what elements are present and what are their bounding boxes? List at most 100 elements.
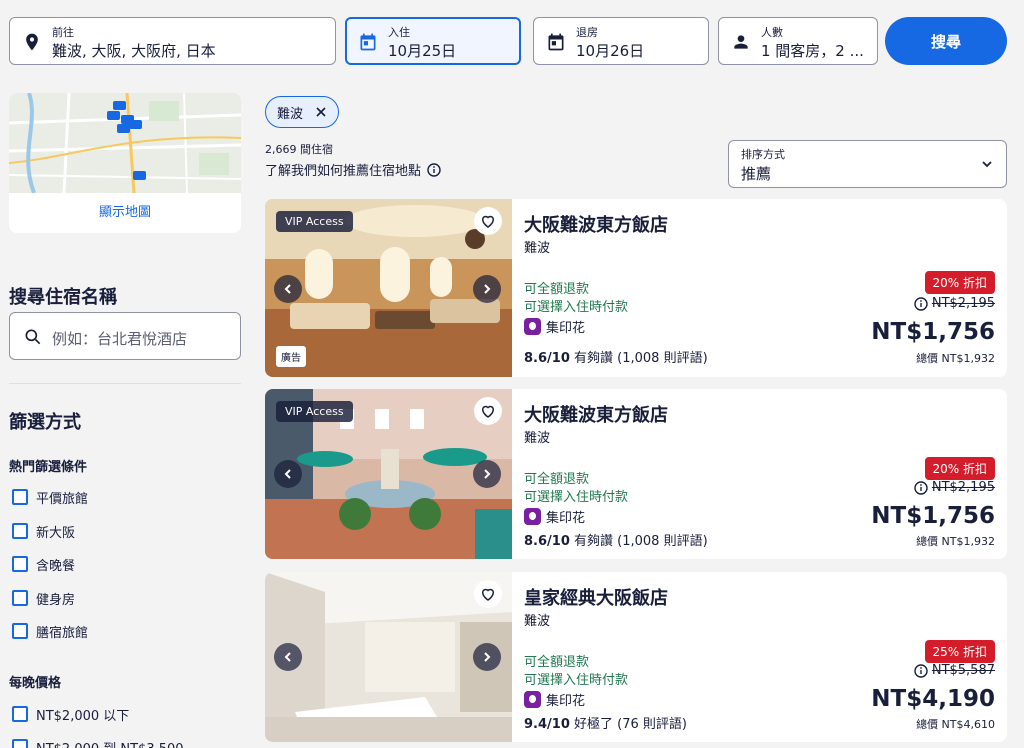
hotel-name[interactable]: 大阪難波東方飯店	[524, 401, 668, 427]
original-price-value: NT$2,195	[931, 296, 995, 311]
next-photo-button[interactable]	[473, 460, 501, 488]
rating-score: 9.4/10	[524, 717, 570, 732]
info-icon[interactable]	[914, 296, 928, 311]
total-price: 總價 NT$1,932	[916, 352, 995, 365]
travelers-field[interactable]: 人數 1 間客房，2 ...	[718, 17, 878, 65]
sort-dropdown[interactable]: 排序方式 推薦	[728, 140, 1007, 188]
stamp-label: 集印花	[546, 694, 586, 709]
pay-later-text: 可選擇入住時付款	[524, 673, 629, 688]
hotel-photo[interactable]: VIP Access	[265, 389, 512, 559]
checkout-value: 10月26日	[576, 42, 645, 60]
checkbox-filter[interactable]	[12, 489, 28, 505]
destination-field[interactable]: 前往 難波, 大阪, 大阪府, 日本	[9, 17, 336, 65]
chevron-right-icon	[484, 469, 491, 479]
discount-badge: 20% 折扣	[924, 457, 995, 480]
stamp-badge: 集印花	[524, 507, 585, 526]
prev-photo-button[interactable]	[274, 460, 302, 488]
favorite-button[interactable]	[474, 207, 502, 235]
checkbox-filter[interactable]	[12, 556, 28, 572]
hotel-photo[interactable]	[265, 572, 512, 742]
sidebar-divider	[9, 383, 241, 384]
checkbox-filter[interactable]	[12, 623, 28, 639]
next-photo-button[interactable]	[473, 275, 501, 303]
checkin-field[interactable]: 入住 10月25日	[345, 17, 521, 65]
refund-text: 可全額退款	[524, 655, 590, 670]
hotel-location: 難波	[524, 614, 551, 629]
prev-photo-button[interactable]	[274, 275, 302, 303]
chevron-right-icon	[484, 284, 491, 294]
how-we-rank-link[interactable]: 了解我們如何推薦住宿地點	[265, 160, 441, 179]
destination-value: 難波, 大阪, 大阪府, 日本	[52, 42, 216, 60]
original-price-value: NT$5,587	[931, 663, 995, 678]
hotel-location: 難波	[524, 431, 551, 446]
nightly-price: NT$1,756	[871, 503, 995, 529]
search-button[interactable]: 搜尋	[885, 17, 1007, 65]
person-icon	[734, 35, 748, 49]
checkin-value: 10月25日	[388, 42, 457, 60]
refund-text: 可全額退款	[524, 472, 590, 487]
rating-text: 有夠讚 (1,008 則評語)	[574, 534, 708, 549]
favorite-button[interactable]	[474, 397, 502, 425]
map-preview[interactable]: 顯示地圖	[9, 93, 241, 233]
hotel-name[interactable]: 大阪難波東方飯店	[524, 211, 668, 237]
price-label: NT$2,000 到 NT$3,500	[36, 738, 184, 748]
original-price-value: NT$2,195	[931, 480, 995, 495]
destination-label: 前往	[52, 26, 74, 39]
checkbox-price[interactable]	[12, 739, 28, 748]
heart-icon	[481, 588, 495, 601]
chevron-left-icon	[284, 652, 291, 662]
heart-icon	[481, 405, 495, 418]
discount-badge: 25% 折扣	[924, 640, 995, 663]
rating-score: 8.6/10	[524, 351, 570, 366]
info-icon	[427, 162, 441, 177]
chevron-right-icon	[484, 652, 491, 662]
calendar-icon	[548, 33, 564, 51]
stamp-icon	[524, 508, 541, 525]
vip-badge: VIP Access	[276, 211, 353, 232]
close-icon[interactable]	[315, 106, 327, 118]
calendar-icon	[360, 33, 376, 51]
location-pin-icon	[26, 33, 38, 51]
checkbox-filter[interactable]	[12, 590, 28, 606]
total-price: 總價 NT$4,610	[916, 718, 995, 731]
hotel-rating: 8.6/10 有夠讚 (1,008 則評語)	[524, 347, 708, 366]
how-label: 了解我們如何推薦住宿地點	[265, 164, 422, 179]
info-icon[interactable]	[914, 480, 928, 495]
checkbox-filter[interactable]	[12, 523, 28, 539]
property-name-input[interactable]: 例如：台北君悅酒店	[9, 312, 241, 360]
pay-later-text: 可選擇入住時付款	[524, 490, 629, 505]
hotel-name[interactable]: 皇家經典大阪飯店	[524, 584, 668, 610]
favorite-button[interactable]	[474, 580, 502, 608]
hotel-location: 難波	[524, 241, 551, 256]
nightly-price: NT$4,190	[871, 686, 995, 712]
show-map-link[interactable]: 顯示地圖	[9, 193, 241, 233]
vip-badge: VIP Access	[276, 401, 353, 422]
checkout-field[interactable]: 退房 10月26日	[533, 17, 709, 65]
sort-label: 排序方式	[741, 148, 785, 161]
total-price: 總價 NT$1,932	[916, 535, 995, 548]
hotel-card[interactable]: VIP Access 廣告 大阪難波東方飯店 難波 可全額退款 可選擇入住時付款…	[265, 199, 1007, 377]
travelers-value: 1 間客房，2 ...	[761, 42, 864, 60]
hotel-card[interactable]: VIP Access 大阪難波東方飯店 難波 可全額退款 可選擇入住時付款 集印…	[265, 389, 1007, 559]
price-label: NT$2,000 以下	[36, 709, 130, 724]
stamp-label: 集印花	[546, 321, 586, 336]
filter-label: 膳宿旅館	[36, 626, 89, 641]
nightly-price: NT$1,756	[871, 319, 995, 345]
stamp-badge: 集印花	[524, 690, 585, 709]
stamp-badge: 集印花	[524, 317, 585, 336]
travelers-label: 人數	[761, 26, 783, 39]
location-chip[interactable]: 難波	[265, 96, 340, 128]
hotel-photo[interactable]: VIP Access 廣告	[265, 199, 512, 377]
stamp-icon	[524, 691, 541, 708]
original-price: NT$5,587	[914, 663, 995, 678]
info-icon[interactable]	[914, 663, 928, 678]
filter-label: 健身房	[36, 593, 76, 608]
rating-score: 8.6/10	[524, 534, 570, 549]
filter-label: 平價旅館	[36, 492, 89, 507]
checkbox-price[interactable]	[12, 706, 28, 722]
next-photo-button[interactable]	[473, 643, 501, 671]
prev-photo-button[interactable]	[274, 643, 302, 671]
hotel-card[interactable]: 皇家經典大阪飯店 難波 可全額退款 可選擇入住時付款 集印花 9.4/10 好極…	[265, 572, 1007, 742]
search-icon	[25, 329, 41, 345]
chevron-left-icon	[284, 284, 291, 294]
